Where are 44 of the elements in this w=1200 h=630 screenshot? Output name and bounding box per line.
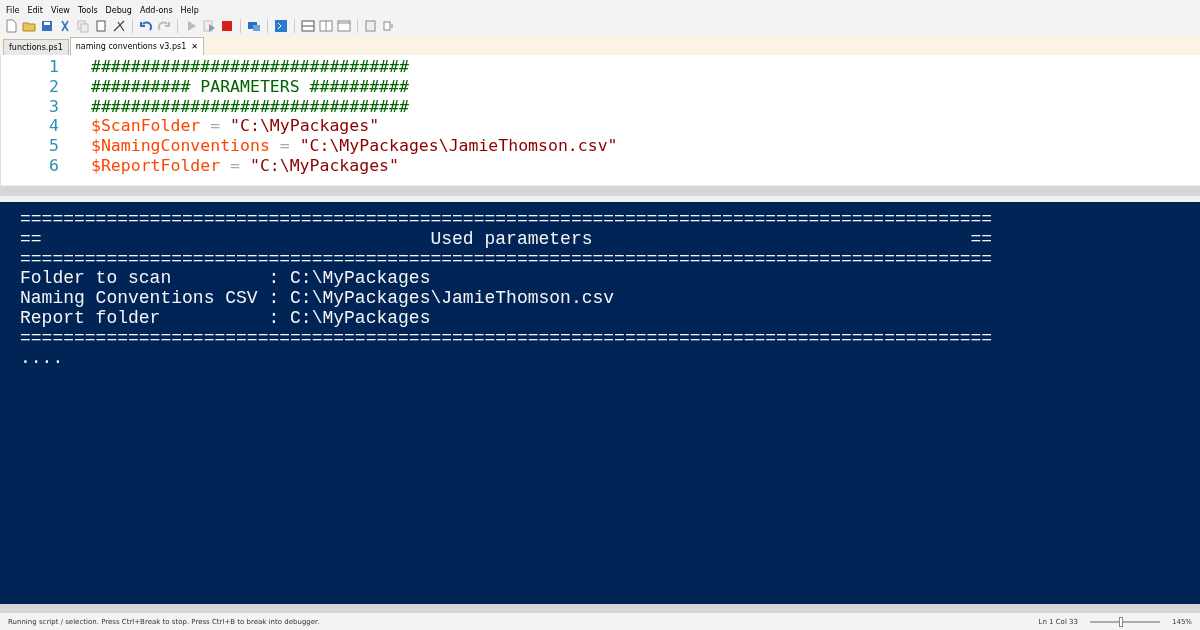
- line-number: 4: [48, 116, 60, 137]
- new-file-icon[interactable]: [4, 18, 18, 33]
- stop-icon[interactable]: [220, 18, 234, 33]
- console-line: == Used parameters ==: [20, 229, 994, 250]
- console-line: ==========================================================================================: [20, 249, 994, 270]
- console-line: ....: [20, 348, 65, 369]
- script-editor[interactable]: [0, 55, 1200, 185]
- zoom-slider-thumb[interactable]: [1119, 616, 1124, 627]
- code-line: ########## PARAMETERS ##########: [91, 76, 409, 97]
- menu-item[interactable]: View: [50, 5, 70, 15]
- close-icon[interactable]: ✕: [191, 42, 198, 51]
- code-line: $ScanFolder = "C:\MyPackages": [91, 116, 380, 137]
- undo-icon[interactable]: [139, 18, 153, 33]
- menu-item[interactable]: Tools: [77, 5, 98, 15]
- line-number: 3: [48, 96, 60, 117]
- code-line: $ReportFolder = "C:\MyPackages": [91, 156, 399, 176]
- layout-right-icon[interactable]: [319, 18, 333, 33]
- console-line: Naming Conventions CSV : C:\MyPackages\JamieThomson.csv: [20, 289, 616, 309]
- code-line: $NamingConventions = "C:\MyPackages\JamieThomson.csv": [91, 136, 618, 156]
- menu-item[interactable]: Debug: [105, 5, 132, 15]
- menu-item[interactable]: Add-ons: [139, 5, 173, 15]
- save-icon[interactable]: [40, 18, 54, 33]
- cut-icon[interactable]: [58, 18, 72, 33]
- code-line: ################################: [91, 96, 409, 117]
- console-line: Folder to scan : C:\MyPackages: [20, 269, 432, 290]
- console-icon[interactable]: [274, 18, 288, 33]
- code-line: ################################: [91, 57, 409, 77]
- menu-item[interactable]: Help: [180, 5, 199, 15]
- horizontal-scrollbar[interactable]: [0, 185, 1200, 196]
- line-number: 1: [48, 57, 60, 77]
- line-number: 2: [48, 76, 60, 97]
- layout-max-icon[interactable]: [337, 18, 351, 33]
- console-line: Report folder : C:\MyPackages: [20, 309, 432, 329]
- file-tab[interactable]: naming conventions v3.ps1 ✕: [69, 37, 204, 55]
- line-number: 5: [48, 136, 60, 156]
- console-line: ==========================================================================================: [20, 328, 994, 349]
- file-tab[interactable]: functions.ps1: [3, 39, 69, 55]
- run-selection-icon[interactable]: [202, 18, 216, 33]
- menu-item[interactable]: File: [6, 5, 20, 15]
- console-line: ==========================================================================================: [20, 210, 994, 230]
- horizontal-scrollbar[interactable]: [0, 604, 1200, 613]
- layout-top-icon[interactable]: [301, 18, 315, 33]
- menu-item[interactable]: Edit: [27, 5, 43, 15]
- line-number: 6: [48, 156, 60, 176]
